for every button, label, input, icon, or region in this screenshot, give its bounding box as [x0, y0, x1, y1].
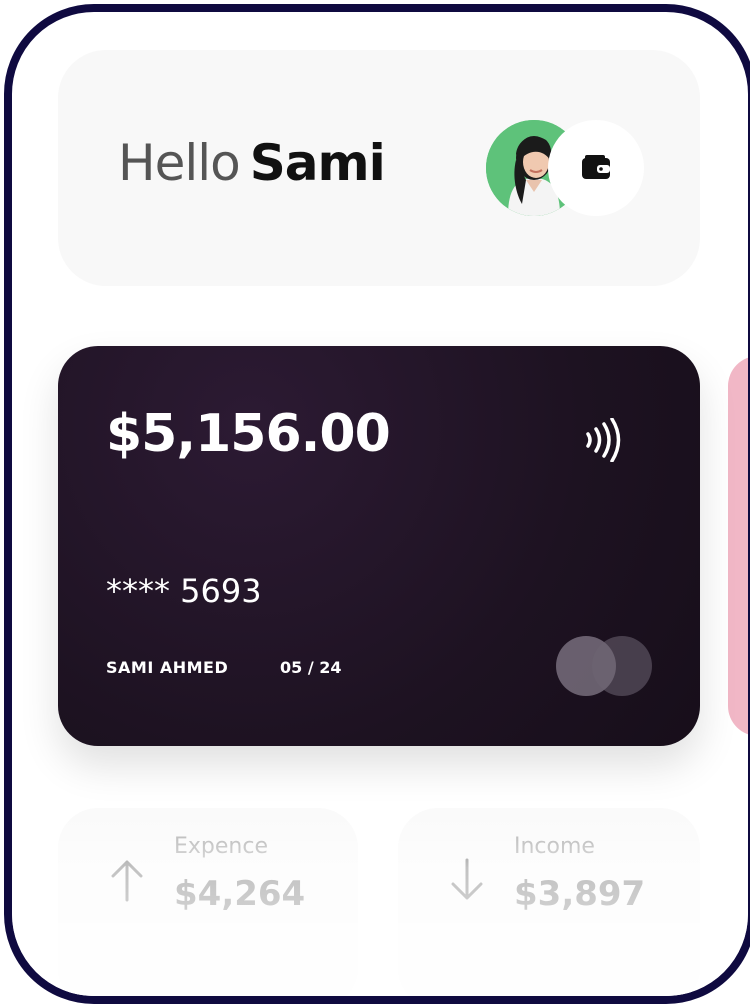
app-screen: Hello Sami $5,156.00 **** 5693 SAMI AHME… — [12, 12, 748, 996]
income-label: Income — [514, 834, 595, 859]
contactless-icon — [582, 417, 624, 466]
arrow-down-icon — [451, 858, 483, 900]
card-expiry: 05 / 24 — [280, 658, 342, 677]
expense-label: Expence — [174, 834, 268, 859]
next-card-preview[interactable] — [728, 356, 748, 736]
wallet-button[interactable] — [548, 120, 644, 216]
income-card[interactable]: Income $3,897 — [398, 808, 700, 996]
card-number: **** 5693 — [106, 572, 262, 610]
card-holder-name: SAMI AHMED — [106, 658, 229, 677]
arrow-up-icon — [111, 860, 143, 902]
card-logo-circle-right — [592, 636, 652, 696]
expense-value: $4,264 — [174, 874, 306, 914]
phone-frame: Hello Sami $5,156.00 **** 5693 SAMI AHME… — [4, 4, 750, 1004]
bank-card[interactable]: $5,156.00 **** 5693 SAMI AHMED 05 / 24 — [58, 346, 700, 746]
expense-card[interactable]: Expence $4,264 — [58, 808, 358, 996]
header-card: Hello Sami — [58, 50, 700, 286]
greeting: Hello Sami — [118, 134, 386, 192]
card-balance: $5,156.00 — [106, 404, 391, 464]
wallet-icon — [582, 155, 610, 179]
greeting-word: Hello — [118, 134, 241, 192]
income-value: $3,897 — [514, 874, 646, 914]
user-name: Sami — [249, 134, 386, 192]
card-network-logo — [556, 636, 656, 698]
